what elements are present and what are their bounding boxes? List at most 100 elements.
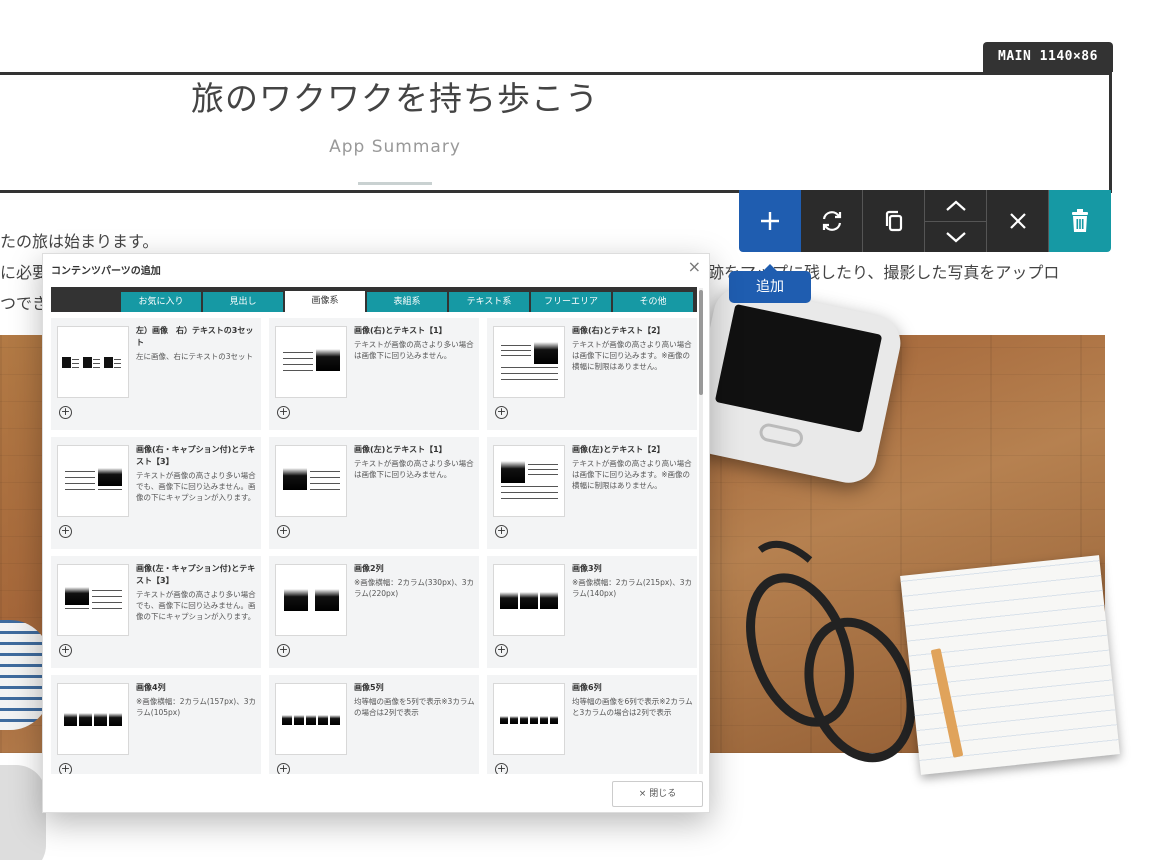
part-title: 左）画像 右）テキストの3セット — [136, 326, 254, 347]
modal-close-icon[interactable]: × — [688, 258, 701, 276]
move-down-button[interactable] — [924, 221, 987, 252]
part-card[interactable]: 画像(左・キャプション付)とテキスト【3】 テキストが画像の高さより多い場合でも… — [51, 556, 261, 668]
scrollbar-thumb[interactable] — [699, 290, 703, 395]
page-subtitle: App Summary — [329, 137, 461, 157]
add-part-icon[interactable]: + — [277, 525, 290, 538]
part-card[interactable]: 画像5列 均等幅の画像を5列で表示※3カラムの場合は2列で表示 + — [269, 675, 479, 774]
cup-left-image — [0, 765, 46, 860]
tab-headings[interactable]: 見出し — [203, 292, 283, 312]
part-desc: テキストが画像の高さより多い場合は画像下に回り込みません。 — [354, 340, 474, 360]
body-text-line-3-left: つでき — [0, 294, 49, 313]
part-thumbnail — [493, 326, 565, 398]
tab-tables[interactable]: 表組系 — [367, 292, 447, 312]
part-card[interactable]: 画像(右)とテキスト【1】 テキストが画像の高さより多い場合は画像下に回り込みま… — [269, 318, 479, 430]
content-parts-modal: コンテンツパーツの追加 × お気に入り 見出し 画像系 表組系 テキスト系 フリ… — [42, 253, 710, 813]
replace-button[interactable] — [801, 190, 863, 252]
arrow-down-icon — [945, 232, 966, 243]
add-part-icon[interactable]: + — [59, 763, 72, 774]
part-thumbnail — [275, 445, 347, 517]
tab-text[interactable]: テキスト系 — [449, 292, 529, 312]
part-desc: 左に画像、右にテキストの3セット — [136, 352, 254, 361]
part-title: 画像6列 — [572, 683, 602, 692]
part-thumbnail — [493, 564, 565, 636]
part-card[interactable]: 画像(左)とテキスト【1】 テキストが画像の高さより多い場合は画像下に回り込みま… — [269, 437, 479, 549]
part-desc: ※画像横幅：2カラム(330px)、3カラム(220px) — [354, 578, 474, 598]
refresh-icon — [822, 211, 841, 231]
part-title: 画像4列 — [136, 683, 166, 692]
move-buttons — [924, 190, 987, 252]
modal-tabbar: お気に入り 見出し 画像系 表組系 テキスト系 フリーエリア その他 — [51, 287, 697, 312]
tab-images[interactable]: 画像系 — [285, 291, 365, 312]
part-card[interactable]: 左）画像 右）テキストの3セット 左に画像、右にテキストの3セット + — [51, 318, 261, 430]
part-desc: テキストが画像の高さより多い場合でも、画像下に回り込みません。画像の下にキャプシ… — [136, 471, 256, 502]
part-thumbnail — [57, 564, 129, 636]
close-block-button[interactable] — [987, 190, 1049, 252]
add-part-icon[interactable]: + — [495, 525, 508, 538]
part-card[interactable]: 画像4列 ※画像横幅：2カラム(157px)、3カラム(105px) + — [51, 675, 261, 774]
part-desc: テキストが画像の高さより多い場合は画像下に回り込みません。 — [354, 459, 474, 479]
part-card[interactable]: 画像(左)とテキスト【2】 テキストが画像の高さより高い場合は画像下に回り込みま… — [487, 437, 697, 549]
add-tooltip: 追加 — [729, 264, 811, 303]
close-icon — [1009, 213, 1026, 229]
add-part-icon[interactable]: + — [495, 406, 508, 419]
add-part-icon[interactable]: + — [59, 406, 72, 419]
add-part-icon[interactable]: + — [277, 763, 290, 774]
part-title: 画像(左)とテキスト【1】 — [354, 445, 447, 454]
part-thumbnail — [57, 326, 129, 398]
move-up-button[interactable] — [925, 190, 987, 221]
part-thumbnail — [275, 564, 347, 636]
copy-icon — [885, 210, 902, 232]
tab-other[interactable]: その他 — [613, 292, 693, 312]
main-size-badge: MAIN 1140×86 — [983, 42, 1113, 72]
part-title: 画像(右・キャプション付)とテキスト【3】 — [136, 445, 256, 466]
duplicate-button[interactable] — [863, 190, 925, 252]
arrow-up-icon — [945, 200, 966, 211]
tab-free-area[interactable]: フリーエリア — [531, 292, 611, 312]
page-stage: たの旅は始まります。 に必要 跡をマップに残したり、撮影した写真をアップロ つで… — [0, 0, 1150, 860]
add-part-icon[interactable]: + — [277, 406, 290, 419]
delete-button[interactable] — [1049, 190, 1111, 252]
part-title: 画像3列 — [572, 564, 602, 573]
part-card[interactable]: 画像6列 均等幅の画像を6列で表示※2カラムと3カラムの場合は2列で表示 + — [487, 675, 697, 774]
part-thumbnail — [493, 683, 565, 755]
part-desc: テキストが画像の高さより高い場合は画像下に回り込みます。※画像の横幅に制限はあり… — [572, 459, 692, 490]
modal-title: コンテンツパーツの追加 — [51, 266, 161, 277]
trash-icon — [1072, 209, 1088, 232]
add-part-icon[interactable]: + — [59, 525, 72, 538]
part-title: 画像(右)とテキスト【1】 — [354, 326, 447, 335]
add-button[interactable] — [739, 190, 801, 252]
body-text-line-1: たの旅は始まります。 — [0, 232, 159, 251]
part-thumbnail — [275, 326, 347, 398]
part-thumbnail — [57, 683, 129, 755]
title-divider — [358, 182, 432, 185]
part-thumbnail — [275, 683, 347, 755]
parts-grid: 左）画像 右）テキストの3セット 左に画像、右にテキストの3セット + 画像(右… — [51, 318, 697, 774]
part-desc: ※画像横幅：2カラム(157px)、3カラム(105px) — [136, 697, 256, 717]
part-desc: テキストが画像の高さより高い場合は画像下に回り込みます。※画像の横幅に制限はあり… — [572, 340, 692, 371]
modal-scrollbar[interactable] — [699, 288, 703, 774]
part-title: 画像5列 — [354, 683, 384, 692]
part-card[interactable]: 画像3列 ※画像横幅：2カラム(215px)、3カラム(140px) + — [487, 556, 697, 668]
add-part-icon[interactable]: + — [59, 644, 72, 657]
part-desc: テキストが画像の高さより多い場合でも、画像下に回り込みません。画像の下にキャプシ… — [136, 590, 256, 621]
body-text-line-2-left: に必要 — [0, 263, 49, 282]
add-part-icon[interactable]: + — [495, 644, 508, 657]
part-card[interactable]: 画像(右)とテキスト【2】 テキストが画像の高さより高い場合は画像下に回り込みま… — [487, 318, 697, 430]
part-card[interactable]: 画像(右・キャプション付)とテキスト【3】 テキストが画像の高さより多い場合でも… — [51, 437, 261, 549]
page-title: 旅のワクワクを持ち歩こう — [191, 79, 599, 118]
plus-icon — [761, 212, 779, 230]
part-title: 画像2列 — [354, 564, 384, 573]
block-toolbar — [739, 190, 1111, 252]
part-title: 画像(右)とテキスト【2】 — [572, 326, 665, 335]
part-desc: 均等幅の画像を6列で表示※2カラムと3カラムの場合は2列で表示 — [572, 697, 693, 717]
part-desc: 均等幅の画像を5列で表示※3カラムの場合は2列で表示 — [354, 697, 475, 717]
tab-favorites[interactable]: お気に入り — [121, 292, 201, 312]
add-part-icon[interactable]: + — [495, 763, 508, 774]
part-desc: ※画像横幅：2カラム(215px)、3カラム(140px) — [572, 578, 692, 598]
part-thumbnail — [57, 445, 129, 517]
close-modal-button[interactable]: × 閉じる — [612, 781, 703, 807]
part-card[interactable]: 画像2列 ※画像横幅：2カラム(330px)、3カラム(220px) + — [269, 556, 479, 668]
part-thumbnail — [493, 445, 565, 517]
add-part-icon[interactable]: + — [277, 644, 290, 657]
part-title: 画像(左)とテキスト【2】 — [572, 445, 665, 454]
